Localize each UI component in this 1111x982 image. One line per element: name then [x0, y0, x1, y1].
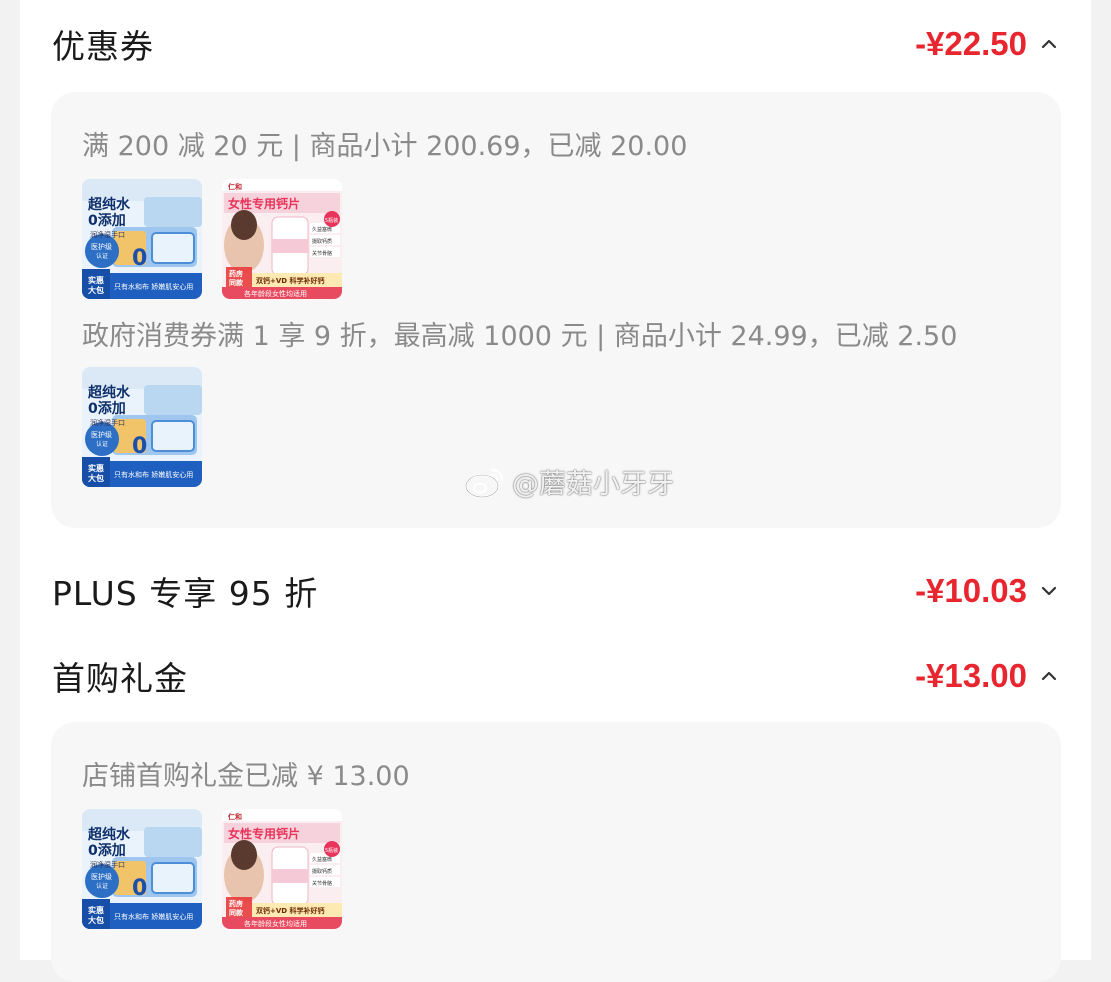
wipes-badge: 医护级	[91, 430, 112, 439]
wipes-bottom-left-2: 大包	[88, 285, 104, 295]
calcium-title: 女性专用钙片	[228, 196, 300, 211]
product-thumb-calcium[interactable]: 仁和 女性专用钙片 5瓶装 久益塞微 摄取钙质 关节骨骼 药房 同款 双钙+VD…	[222, 809, 342, 929]
calcium-side-3: 关节骨骼	[312, 250, 332, 257]
wipes-bottom-left-1: 实惠	[88, 275, 104, 285]
wipes-headline-2: 0添加	[88, 842, 126, 859]
calcium-left-tag-1: 药房	[229, 899, 243, 908]
first-gift-amount-group[interactable]: -¥13.00	[915, 657, 1059, 695]
calcium-left-tag-2: 同款	[229, 278, 244, 287]
calcium-bottom-2: 各年龄段女性均适用	[244, 919, 307, 928]
wipes-bottom-left-2: 大包	[88, 915, 104, 925]
calcium-left-tag-1: 药房	[229, 269, 243, 278]
calcium-bottom-2: 各年龄段女性均适用	[244, 289, 307, 298]
plus-section-header[interactable]: PLUS 专享 95 折 -¥10.03	[52, 561, 1059, 621]
weibo-icon	[464, 464, 506, 500]
wipes-big-digit: 0	[132, 876, 147, 901]
first-gift-section-header[interactable]: 首购礼金 -¥13.00	[52, 646, 1059, 706]
wipes-badge: 医护级	[91, 242, 112, 251]
product-thumb-wipes[interactable]: 超纯水 0添加 润净湿手口 医护级 认证 0 实惠 大包 只有水和布 娇嫩肌安心…	[82, 809, 202, 929]
wipes-headline-2: 0添加	[88, 400, 126, 417]
chevron-up-icon[interactable]	[1039, 666, 1059, 686]
calcium-brand: 仁和	[228, 812, 242, 821]
plus-title: PLUS 专享 95 折	[52, 574, 319, 613]
plus-amount-group[interactable]: -¥10.03	[915, 572, 1059, 610]
coupon-title: 优惠券	[52, 27, 154, 66]
wipes-big-digit: 0	[132, 434, 147, 459]
coupon-section-header[interactable]: 优惠券 -¥22.50	[52, 14, 1059, 74]
wipes-badge-sub: 认证	[96, 882, 108, 890]
wipes-bottom-left-2: 大包	[88, 473, 104, 483]
wipes-badge-sub: 认证	[96, 440, 108, 448]
calcium-brand: 仁和	[228, 182, 242, 191]
wipes-sub: 润净湿手口	[90, 418, 125, 427]
chevron-up-icon[interactable]	[1039, 34, 1059, 54]
wipes-bottom-right: 只有水和布 娇嫩肌安心用	[114, 470, 193, 479]
wipes-headline-2: 0添加	[88, 212, 126, 229]
calcium-side-1: 久益塞微	[312, 226, 332, 233]
wipes-bottom-left-1: 实惠	[88, 463, 104, 473]
wipes-sub: 润净湿手口	[90, 860, 125, 869]
calcium-left-tag-2: 同款	[229, 908, 244, 917]
calcium-bottom-1: 双钙+VD 科学补好钙	[256, 276, 325, 285]
calcium-tag: 5瓶装	[325, 217, 338, 224]
first-gift-title: 首购礼金	[52, 659, 188, 698]
coupon-rule-1-text: 满 200 减 20 元 | 商品小计 200.69，已减 20.00	[82, 131, 688, 162]
product-thumb-calcium[interactable]: 仁和 女性专用钙片 5瓶装 久益塞微 摄取钙质 关节骨骼 药房 同款 双钙+VD…	[222, 179, 342, 299]
product-thumb-wipes[interactable]: 超纯水 0添加 润净湿手口 医护级 认证 0 实惠 大包 只有水和布 娇嫩肌安心…	[82, 179, 202, 299]
wipes-sub: 润净湿手口	[90, 230, 125, 239]
first-gift-rule-text: 店铺首购礼金已减 ¥ 13.00	[82, 761, 410, 792]
watermark: @蘑菇小牙牙	[464, 462, 674, 501]
coupon-amount-group[interactable]: -¥22.50	[915, 25, 1059, 63]
wipes-badge-sub: 认证	[96, 252, 108, 260]
calcium-side-1: 久益塞微	[312, 856, 332, 863]
product-thumb-wipes[interactable]: 超纯水 0添加 润净湿手口 医护级 认证 0 实惠 大包 只有水和布 娇嫩肌安心…	[82, 367, 202, 487]
wipes-bottom-right: 只有水和布 娇嫩肌安心用	[114, 912, 193, 921]
wipes-headline-1: 超纯水	[87, 196, 131, 213]
coupon-amount: -¥22.50	[915, 25, 1027, 62]
wipes-headline-1: 超纯水	[87, 384, 131, 401]
wipes-big-digit: 0	[132, 246, 147, 271]
first-gift-amount: -¥13.00	[915, 657, 1027, 694]
watermark-text: @蘑菇小牙牙	[512, 469, 674, 500]
calcium-title: 女性专用钙片	[228, 826, 300, 841]
wipes-bottom-right: 只有水和布 娇嫩肌安心用	[114, 282, 193, 291]
chevron-down-icon[interactable]	[1039, 581, 1059, 601]
calcium-tag: 5瓶装	[325, 847, 338, 854]
wipes-headline-1: 超纯水	[87, 826, 131, 843]
plus-amount: -¥10.03	[915, 572, 1027, 609]
calcium-side-2: 摄取钙质	[312, 238, 332, 245]
calcium-side-2: 摄取钙质	[312, 868, 332, 875]
coupon-rule-2-text: 政府消费券满 1 享 9 折，最高减 1000 元 | 商品小计 24.99，已…	[82, 321, 958, 352]
first-gift-detail-panel: 店铺首购礼金已减 ¥ 13.00 超纯水 0添加 润净湿手口 医护级 认证 0 …	[51, 722, 1061, 982]
calcium-bottom-1: 双钙+VD 科学补好钙	[256, 906, 325, 915]
discount-detail-card: 优惠券 -¥22.50 满 200 减 20 元 | 商品小计 200.69，已…	[20, 0, 1091, 982]
wipes-badge: 医护级	[91, 872, 112, 881]
calcium-side-3: 关节骨骼	[312, 880, 332, 887]
wipes-bottom-left-1: 实惠	[88, 905, 104, 915]
